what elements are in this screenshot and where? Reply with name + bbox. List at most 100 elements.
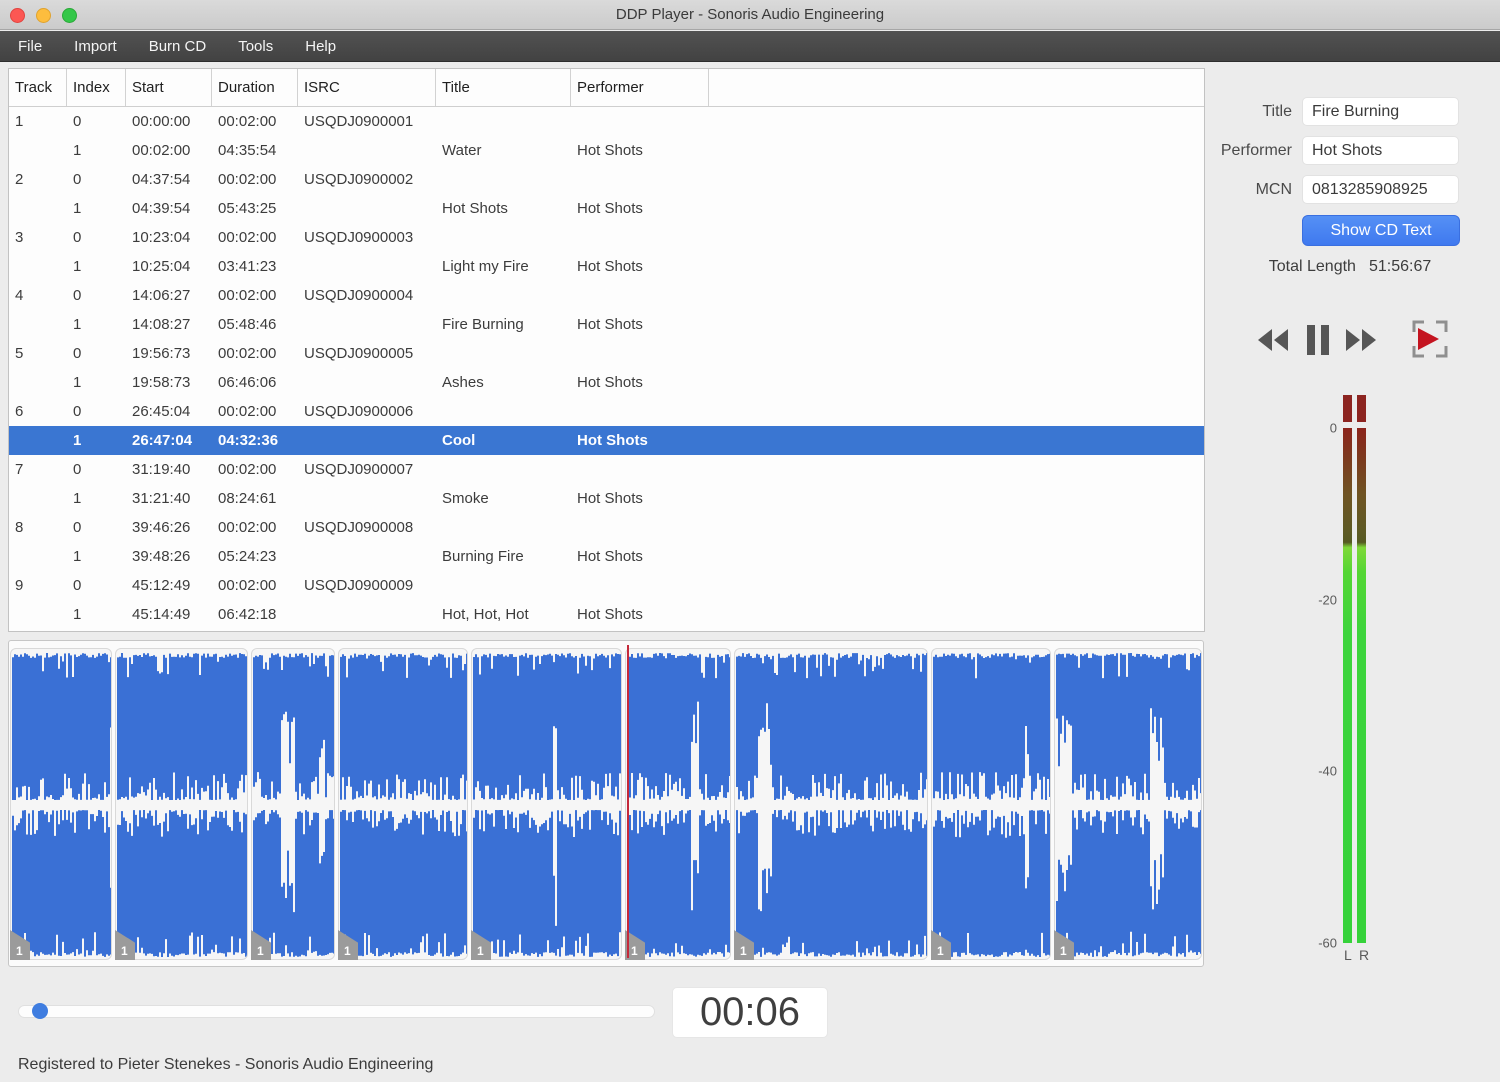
table-row[interactable]: 1 31:21:40 08:24:61 Smoke Hot Shots bbox=[9, 484, 1204, 513]
table-row[interactable]: 7 0 31:19:40 00:02:00 USQDJ0900007 bbox=[9, 455, 1204, 484]
mcn-field[interactable] bbox=[1302, 175, 1459, 204]
waveform-track-segment[interactable] bbox=[625, 648, 731, 960]
column-header-track[interactable]: Track bbox=[9, 69, 67, 106]
table-row[interactable]: 1 00:02:00 04:35:54 Water Hot Shots bbox=[9, 136, 1204, 165]
cell-performer: Hot Shots bbox=[577, 258, 643, 275]
table-row[interactable]: 1 0 00:00:00 00:02:00 USQDJ0900001 bbox=[9, 107, 1204, 136]
waveform-track-segment[interactable] bbox=[1054, 648, 1202, 960]
cell-track bbox=[9, 252, 67, 281]
cell-start: 14:08:27 bbox=[132, 316, 191, 333]
mcn-field-row: MCN bbox=[1190, 175, 1460, 204]
cell-duration: 00:02:00 bbox=[218, 345, 277, 362]
cell-track: 6 bbox=[15, 403, 24, 420]
cell-title bbox=[436, 165, 571, 194]
cell-start: 00:02:00 bbox=[132, 142, 191, 159]
track-table: Track Index Start Duration ISRC Title Performe… bbox=[8, 68, 1205, 632]
level-meter-right bbox=[1357, 428, 1366, 943]
rewind-button[interactable] bbox=[1256, 326, 1290, 357]
table-row[interactable]: 1 19:58:73 06:46:06 Ashes Hot Shots bbox=[9, 368, 1204, 397]
rewind-icon bbox=[1256, 329, 1290, 357]
column-header-performer[interactable]: Performer bbox=[571, 69, 709, 106]
column-header-index[interactable]: Index bbox=[67, 69, 126, 106]
cell-index: 1 bbox=[73, 374, 82, 391]
cell-index: 0 bbox=[73, 461, 82, 478]
table-row[interactable]: 1 45:14:49 06:42:18 Hot, Hot, Hot Hot Shots bbox=[9, 600, 1204, 629]
menu-help[interactable]: Help bbox=[289, 31, 352, 62]
column-header-title[interactable]: Title bbox=[436, 69, 571, 106]
cell-index: 0 bbox=[73, 345, 82, 362]
cell-index: 0 bbox=[73, 577, 82, 594]
cell-track: 7 bbox=[15, 461, 24, 478]
table-row[interactable]: 1 10:25:04 03:41:23 Light my Fire Hot Shots bbox=[9, 252, 1204, 281]
cell-index: 0 bbox=[73, 229, 82, 246]
cell-index: 1 bbox=[73, 142, 82, 159]
cell-title: Water bbox=[442, 142, 482, 159]
index-marker-label: 1 bbox=[937, 944, 944, 958]
waveform-track-segment[interactable] bbox=[931, 648, 1051, 960]
waveform-track-segment[interactable] bbox=[471, 648, 622, 960]
table-row[interactable]: 1 14:08:27 05:48:46 Fire Burning Hot Shots bbox=[9, 310, 1204, 339]
pause-button[interactable] bbox=[1304, 324, 1332, 359]
cell-isrc bbox=[298, 310, 436, 339]
waveform-track-segment[interactable] bbox=[251, 648, 335, 960]
cell-index: 1 bbox=[73, 606, 82, 623]
table-row-selected[interactable]: 1 26:47:04 04:32:36 Cool Hot Shots bbox=[9, 426, 1204, 455]
waveform-track-segment[interactable] bbox=[734, 648, 928, 960]
cell-title bbox=[436, 455, 571, 484]
cell-start: 45:14:49 bbox=[132, 606, 191, 623]
menu-import[interactable]: Import bbox=[58, 31, 133, 62]
waveform-track-segment[interactable] bbox=[115, 648, 248, 960]
cell-track bbox=[9, 600, 67, 629]
index-marker-label: 1 bbox=[1060, 944, 1067, 958]
waveform-track-segment[interactable] bbox=[10, 648, 112, 960]
cell-title: Ashes bbox=[442, 374, 484, 391]
cell-index: 0 bbox=[73, 519, 82, 536]
menu-burn-cd[interactable]: Burn CD bbox=[133, 31, 223, 62]
table-row[interactable]: 4 0 14:06:27 00:02:00 USQDJ0900004 bbox=[9, 281, 1204, 310]
meter-tick-20db: -20 bbox=[1318, 592, 1337, 608]
cell-title: Fire Burning bbox=[442, 316, 524, 333]
menu-file[interactable]: File bbox=[2, 31, 58, 62]
cell-title: Cool bbox=[442, 432, 476, 449]
cell-performer bbox=[571, 455, 709, 484]
index-marker-label: 1 bbox=[16, 944, 23, 958]
performer-field[interactable] bbox=[1302, 136, 1459, 165]
pause-icon bbox=[1304, 325, 1332, 359]
waveform-track-segment[interactable] bbox=[338, 648, 468, 960]
cell-title bbox=[436, 223, 571, 252]
waveform-graphic bbox=[933, 653, 1050, 957]
table-row[interactable]: 9 0 45:12:49 00:02:00 USQDJ0900009 bbox=[9, 571, 1204, 600]
table-row[interactable]: 8 0 39:46:26 00:02:00 USQDJ0900008 bbox=[9, 513, 1204, 542]
cell-performer bbox=[571, 281, 709, 310]
menu-tools[interactable]: Tools bbox=[222, 31, 289, 62]
table-header: Track Index Start Duration ISRC Title Performe… bbox=[9, 69, 1204, 107]
fast-forward-button[interactable] bbox=[1344, 326, 1378, 357]
table-row[interactable]: 1 39:48:26 05:24:23 Burning Fire Hot Shots bbox=[9, 542, 1204, 571]
column-header-start[interactable]: Start bbox=[126, 69, 212, 106]
table-row[interactable]: 5 0 19:56:73 00:02:00 USQDJ0900005 bbox=[9, 339, 1204, 368]
cell-performer: Hot Shots bbox=[577, 490, 643, 507]
cell-performer: Hot Shots bbox=[577, 374, 643, 391]
cell-performer: Hot Shots bbox=[577, 548, 643, 565]
table-row[interactable]: 2 0 04:37:54 00:02:00 USQDJ0900002 bbox=[9, 165, 1204, 194]
cell-performer: Hot Shots bbox=[577, 432, 648, 449]
performer-field-label: Performer bbox=[1220, 142, 1292, 159]
cell-title bbox=[436, 281, 571, 310]
show-cd-text-button[interactable]: Show CD Text bbox=[1302, 215, 1460, 246]
cell-performer bbox=[571, 397, 709, 426]
column-header-duration[interactable]: Duration bbox=[212, 69, 298, 106]
cell-title bbox=[436, 513, 571, 542]
cell-title: Hot Shots bbox=[442, 200, 508, 217]
cell-duration: 00:02:00 bbox=[218, 287, 277, 304]
table-row[interactable]: 3 0 10:23:04 00:02:00 USQDJ0900003 bbox=[9, 223, 1204, 252]
seek-slider-thumb[interactable] bbox=[32, 1003, 48, 1019]
title-field[interactable] bbox=[1302, 97, 1459, 126]
seek-slider-track[interactable] bbox=[18, 1005, 655, 1018]
table-row[interactable]: 6 0 26:45:04 00:02:00 USQDJ0900006 bbox=[9, 397, 1204, 426]
table-row[interactable]: 1 04:39:54 05:43:25 Hot Shots Hot Shots bbox=[9, 194, 1204, 223]
total-length-value: 51:56:67 bbox=[1368, 258, 1432, 275]
play-selection-button[interactable] bbox=[1408, 318, 1450, 363]
column-header-isrc[interactable]: ISRC bbox=[298, 69, 436, 106]
cell-index: 1 bbox=[73, 548, 82, 565]
index-marker-label: 1 bbox=[740, 944, 747, 958]
